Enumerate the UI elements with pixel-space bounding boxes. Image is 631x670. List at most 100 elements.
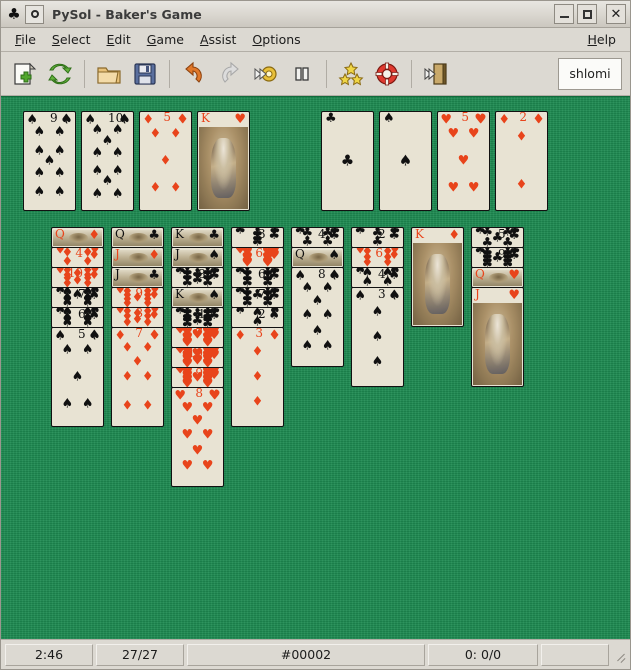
tableau-6-card-2[interactable]: 6 ♦ ♦ ♦ ♦ ♦ ♦ ♦ ♦ ♦ <box>351 247 404 268</box>
foundation-4[interactable]: 2 ♦ ♦ ♦ ♦ ♦ <box>495 111 548 211</box>
rules-help-button[interactable] <box>370 57 404 91</box>
close-button[interactable]: ✕ <box>606 4 626 24</box>
card-corner-suit: ♥ <box>508 268 520 283</box>
tableau-1-card-2[interactable]: 4 ♦ ♦ ♦ ♦ ♦ ♦ ♦ <box>51 247 104 268</box>
foundation-1[interactable]: ♣ ♣ <box>321 111 374 211</box>
tableau-2-card-2[interactable]: J ♦ <box>111 247 164 268</box>
tableau-5-card-2[interactable]: Q ♠ <box>291 247 344 268</box>
tableau-3-card-4[interactable]: K ♠ <box>171 287 224 308</box>
tableau-5-card-1[interactable]: 4 ♣ ♣ ♣ ♣ ♣ ♣ ♣ <box>291 227 344 248</box>
menu-file-label: ile <box>21 32 36 47</box>
tableau-1-card-6[interactable]: 5 ♠ ♠ ♠ ♠ ♠ ♠ ♠ ♠ <box>51 327 104 427</box>
menu-options[interactable]: Options <box>244 30 308 49</box>
tableau-7-card-1[interactable]: K ♦ <box>411 227 464 327</box>
tableau-4-card-4[interactable]: 7 ♣ ♣ ♣ ♣ ♣ ♣ ♣ ♣ ♣ ♣ <box>231 287 284 308</box>
tableau-2-card-3[interactable]: J ♣ <box>111 267 164 288</box>
court-card-art <box>199 127 248 209</box>
card-pip: ♥ <box>181 427 194 443</box>
game-area[interactable]: 9 ♠ ♠ ♠ ♠ ♠ ♠ ♠ ♠ ♠ ♠ ♠ ♠ 10 ♠ ♠ ♠ ♠ ♠ ♠ ♠ ♠ ♠ ♠ ♠ ♠ ♠ 5 ♦ ♦ ♦ ♦ ♦ ♦ ♦ ♦ K ♥ ♣… <box>1 96 630 639</box>
tableau-3-card-1[interactable]: K ♣ <box>171 227 224 248</box>
tableau-1-card-1[interactable]: Q ♦ <box>51 227 104 248</box>
tableau-2-card-4[interactable]: 9 ♦ ♦ ♦ ♦ ♦ ♦ ♦ ♦ ♦ ♦ ♦ ♦ <box>111 287 164 308</box>
restart-game-button[interactable] <box>43 57 77 91</box>
pause-button[interactable] <box>285 57 319 91</box>
card-pip: ♣ <box>174 307 186 318</box>
autodrop-button[interactable] <box>249 57 283 91</box>
freecell-4[interactable]: K ♥ <box>197 111 250 211</box>
card-pip: ♣ <box>234 267 246 278</box>
card-pip: ♦ <box>141 398 154 414</box>
menu-help-label: elp <box>596 32 616 47</box>
card-corner-suit: ♣ <box>148 268 160 283</box>
menu-assist[interactable]: Assist <box>192 30 244 49</box>
tableau-3-card-9[interactable]: 8 ♥ ♥ ♥ ♥ ♥ ♥ ♥ ♥ ♥ ♥ ♥ <box>171 387 224 487</box>
tableau-5-card-3[interactable]: 8 ♠ ♠ ♠ ♠ ♠ ♠ ♠ ♠ ♠ ♠ ♠ <box>291 267 344 367</box>
player-name-box[interactable]: shlomi <box>558 57 622 90</box>
tableau-2-card-1[interactable]: Q ♣ <box>111 227 164 248</box>
tableau-8-card-3[interactable]: Q ♥ <box>471 267 524 288</box>
menu-edit[interactable]: Edit <box>99 30 139 49</box>
tableau-4-card-2[interactable]: 6 ♥ ♥ ♥ ♥ ♥ ♥ ♥ ♥ ♥ <box>231 247 284 268</box>
card-corner-suit: ♦ <box>448 228 460 243</box>
tableau-3-card-2[interactable]: J ♠ <box>171 247 224 268</box>
window-menu-button[interactable] <box>25 4 44 24</box>
statistics-stars-icon <box>338 61 364 87</box>
tableau-6-card-1[interactable]: 2 ♣ ♣ ♣ ♣ ♣ <box>351 227 404 248</box>
tableau-4-card-1[interactable]: 3 ♣ ♣ ♣ ♣ ♣ ♣ <box>231 227 284 248</box>
maximize-button[interactable] <box>577 4 597 24</box>
card-pip: ♥ <box>191 413 204 429</box>
tableau-4-card-6[interactable]: 3 ♦ ♦ ♦ ♦ ♦ ♦ <box>231 327 284 427</box>
tableau-8-card-4[interactable]: J ♥ <box>471 287 524 387</box>
tableau-1-card-3[interactable]: 10 ♦ ♦ ♦ ♦ ♦ ♦ ♦ ♦ ♦ ♦ ♦ ♦ ♦ <box>51 267 104 288</box>
new-game-button[interactable] <box>7 57 41 91</box>
tableau-4-card-5[interactable]: 2 ♠ ♠ ♠ ♠ ♠ <box>231 307 284 328</box>
card-pip: ♦ <box>159 153 172 169</box>
card-pip: ♠ <box>111 163 124 179</box>
card-pip: ♥ <box>209 367 221 378</box>
card-pip: ♠ <box>371 329 384 345</box>
tableau-3-card-7[interactable]: 10 ♥ ♥ ♥ ♥ ♥ ♥ ♥ ♥ ♥ ♥ ♥ ♥ ♥ <box>171 347 224 368</box>
tableau-2-card-6[interactable]: 7 ♦ ♦ ♦ ♦ ♦ ♦ ♦ ♦ ♦ ♦ <box>111 327 164 427</box>
save-game-button[interactable] <box>128 57 162 91</box>
quit-button[interactable] <box>419 57 453 91</box>
foundation-2[interactable]: ♠ ♠ <box>379 111 432 211</box>
undo-button[interactable] <box>177 57 211 91</box>
tableau-1-card-4[interactable]: 7 ♠ ♠ ♠ ♠ ♠ ♠ ♠ ♠ ♠ ♠ <box>51 287 104 308</box>
card-rank-label: K <box>201 111 210 125</box>
redo-button[interactable] <box>213 57 247 91</box>
card-pip: ♠ <box>54 287 66 298</box>
card-rank-label: J <box>115 267 120 281</box>
menu-game[interactable]: Game <box>139 30 192 49</box>
tableau-6-card-3[interactable]: 4 ♠ ♠ ♠ ♠ ♠ ♠ ♠ <box>351 267 404 288</box>
window-controls: ✕ <box>554 4 626 24</box>
open-game-button[interactable] <box>92 57 126 91</box>
foundation-3[interactable]: 5 ♥ ♥ ♥ ♥ ♥ ♥ ♥ ♥ <box>437 111 490 211</box>
tableau-3-card-5[interactable]: 10 ♣ ♣ ♣ ♣ ♣ ♣ ♣ ♣ ♣ ♣ ♣ ♣ ♣ <box>171 307 224 328</box>
freecell-1[interactable]: 9 ♠ ♠ ♠ ♠ ♠ ♠ ♠ ♠ ♠ ♠ ♠ ♠ <box>23 111 76 211</box>
menu-help[interactable]: Help <box>579 30 624 49</box>
tableau-1-card-5[interactable]: 6 ♠ ♠ ♠ ♠ ♠ ♠ ♠ ♠ ♠ <box>51 307 104 328</box>
card-pip: ♥ <box>174 347 186 358</box>
minimize-button[interactable] <box>554 4 574 24</box>
tableau-3-card-6[interactable]: 7 ♥ ♥ ♥ ♥ ♥ ♥ ♥ ♥ ♥ ♥ <box>171 327 224 348</box>
card-rank-label: 5 <box>78 327 86 341</box>
menu-file[interactable]: File <box>7 30 44 49</box>
card-pip: ♦ <box>114 328 126 344</box>
freecell-2[interactable]: 10 ♠ ♠ ♠ ♠ ♠ ♠ ♠ ♠ ♠ ♠ ♠ ♠ ♠ <box>81 111 134 211</box>
tableau-3-card-3[interactable]: 8 ♣ ♣ ♣ ♣ ♣ ♣ ♣ ♣ ♣ ♣ ♣ <box>171 267 224 288</box>
tableau-2-card-5[interactable]: 8 ♦ ♦ ♦ ♦ ♦ ♦ ♦ ♦ ♦ ♦ ♦ <box>111 307 164 328</box>
card-corner-suit: ♦ <box>148 248 160 263</box>
menu-select[interactable]: Select <box>44 30 99 49</box>
card-pip: ♣ <box>209 267 221 278</box>
statistics-button[interactable] <box>334 57 368 91</box>
tableau-8-card-2[interactable]: 9 ♣ ♣ ♣ ♣ ♣ ♣ ♣ ♣ ♣ ♣ ♣ ♣ <box>471 247 524 268</box>
resize-grip[interactable] <box>614 649 626 661</box>
freecell-3[interactable]: 5 ♦ ♦ ♦ ♦ ♦ ♦ ♦ ♦ <box>139 111 192 211</box>
card-pip: ♣ <box>234 287 246 298</box>
card-pip: ♠ <box>54 328 66 344</box>
tableau-4-card-3[interactable]: 6 ♣ ♣ ♣ ♣ ♣ ♣ ♣ ♣ ♣ <box>231 267 284 288</box>
tableau-6-card-4[interactable]: 3 ♠ ♠ ♠ ♠ ♠ ♠ <box>351 287 404 387</box>
tableau-8-card-1[interactable]: 5 ♣ ♣ ♣ ♣ ♣ ♣ ♣ ♣ <box>471 227 524 248</box>
card-pip: ♣ <box>329 227 341 238</box>
tableau-3-card-8[interactable]: 9 ♥ ♥ ♥ ♥ ♥ ♥ ♥ ♥ ♥ ♥ ♥ ♥ <box>171 367 224 388</box>
